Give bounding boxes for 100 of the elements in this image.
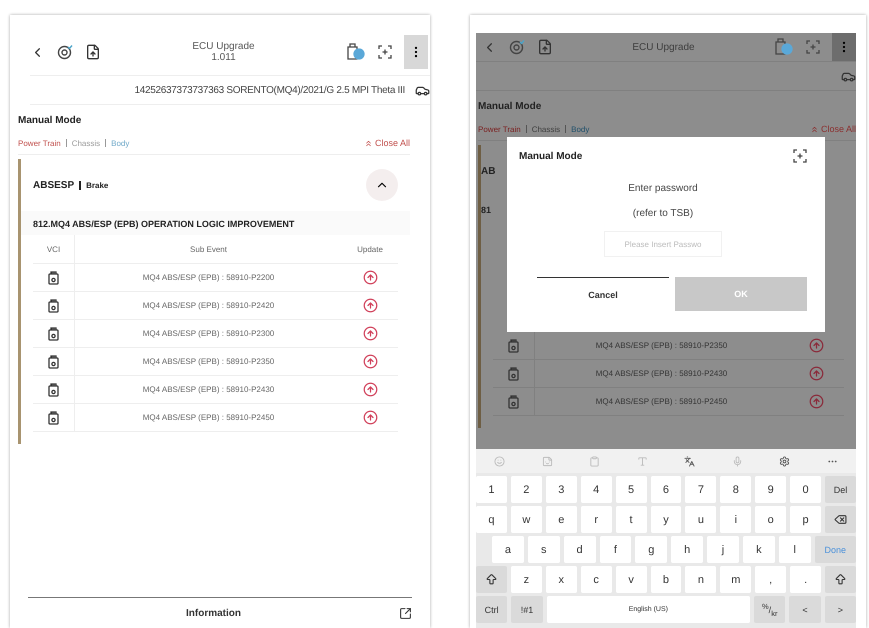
password-field[interactable]: Please Insert Passwo — [604, 231, 722, 257]
close-all-button[interactable]: Close All — [364, 138, 410, 148]
circle-check-icon[interactable] — [57, 44, 73, 60]
keyboard-key[interactable]: s — [528, 536, 560, 563]
keyboard-key[interactable]: n — [685, 566, 716, 593]
keyboard-key[interactable]: 6 — [650, 476, 682, 503]
category-link[interactable]: Power Train — [18, 138, 61, 148]
screen-title: ECU Upgrade — [191, 41, 256, 52]
table-cell: MQ4 ABS/ESP (EPB) : 58910-P2420 — [142, 301, 274, 310]
keyboard-key[interactable]: $^{%}$/$_{kr}$ — [754, 596, 786, 623]
update-icon[interactable] — [808, 394, 824, 409]
keyboard-key[interactable]: q — [476, 506, 507, 533]
update-icon[interactable] — [362, 270, 378, 285]
update-icon[interactable] — [362, 382, 378, 397]
keyboard-key[interactable]: Ctrl — [476, 596, 508, 623]
keyboard-key[interactable]: d — [564, 536, 596, 563]
keyboard-key[interactable]: z — [510, 566, 542, 593]
keyboard-key[interactable]: !#1 — [511, 596, 543, 623]
table-cell: MQ4 ABS/ESP (EPB) : 58910-P2430 — [596, 369, 728, 378]
keyboard-key[interactable]: < — [789, 596, 821, 623]
update-icon[interactable] — [362, 354, 378, 369]
clipboard-icon[interactable] — [589, 456, 600, 466]
shift-key[interactable] — [476, 566, 507, 593]
keyboard-key[interactable]: 5 — [616, 476, 647, 503]
keyboard-key[interactable]: 4 — [580, 476, 612, 503]
backspace-key[interactable] — [825, 506, 856, 533]
keyboard-key[interactable]: 9 — [755, 476, 786, 503]
keyboard-key[interactable]: g — [635, 536, 668, 563]
keyboard-key[interactable]: b — [650, 566, 682, 593]
keyboard-key[interactable]: w — [510, 506, 542, 533]
update-icon[interactable] — [808, 338, 824, 353]
table-cell: MQ4 ABS/ESP (EPB) : 58910-P2450 — [142, 413, 274, 422]
translate-icon[interactable] — [684, 456, 696, 466]
device-icon — [48, 298, 59, 312]
update-icon[interactable] — [362, 298, 378, 313]
table-cell: MQ4 ABS/ESP (EPB) : 58910-P2350 — [142, 357, 274, 366]
dialog-title: Manual Mode — [519, 150, 584, 162]
focus-icon[interactable] — [793, 149, 807, 163]
keyboard-key[interactable]: a — [492, 536, 524, 563]
table-cell: MQ4 ABS/ESP (EPB) : 58910-P2300 — [142, 329, 274, 338]
table-cell: MQ4 ABS/ESP (EPB) : 58910-P2350 — [596, 341, 728, 350]
keyboard-key[interactable]: k — [742, 536, 775, 563]
keyboard-key[interactable]: i — [720, 506, 752, 533]
keyboard-key[interactable]: y — [650, 506, 682, 533]
update-icon[interactable] — [808, 366, 824, 381]
dialog-message: (refer to TSB) — [632, 208, 694, 219]
keyboard-key[interactable]: x — [546, 566, 577, 593]
keyboard-key[interactable]: , — [755, 566, 786, 593]
keyboard-key[interactable]: 0 — [790, 476, 822, 503]
export-icon[interactable] — [399, 606, 412, 620]
keyboard-key[interactable]: c — [580, 566, 612, 593]
module-system: Brake — [86, 180, 108, 190]
section-title: Manual Mode — [18, 115, 82, 126]
keyboard-key[interactable]: p — [790, 506, 822, 533]
module-name: ABSESP — [33, 180, 74, 190]
keyboard-key[interactable]: r — [580, 506, 612, 533]
device-icon — [508, 366, 519, 380]
keyboard-key[interactable]: . — [790, 566, 822, 593]
device-icon — [508, 338, 519, 352]
focus-icon[interactable] — [378, 45, 392, 59]
device-icon — [48, 410, 59, 424]
keyboard-key[interactable]: j — [707, 536, 739, 563]
keyboard-key[interactable]: t — [616, 506, 647, 533]
keyboard-key[interactable]: v — [616, 566, 647, 593]
circle-check-icon[interactable] — [509, 39, 525, 55]
update-icon[interactable] — [362, 410, 378, 425]
event-title: 81 — [481, 204, 492, 217]
update-icon[interactable] — [362, 326, 378, 341]
device-icon — [48, 270, 59, 284]
double-chevron-up-icon — [810, 124, 819, 134]
keyboard-key[interactable]: 1 — [476, 476, 507, 503]
keyboard-key[interactable]: 2 — [510, 476, 542, 503]
shift-icon — [484, 573, 498, 586]
settings-icon[interactable] — [779, 456, 790, 466]
file-upload-icon[interactable] — [85, 44, 101, 60]
keyboard-key[interactable]: 7 — [685, 476, 716, 503]
keyboard-key[interactable]: f — [600, 536, 632, 563]
keyboard-key[interactable]: 8 — [720, 476, 752, 503]
device-icon — [48, 326, 59, 340]
keyboard-key[interactable]: h — [671, 536, 704, 563]
column-header: Sub Event — [190, 244, 227, 254]
keyboard-key[interactable]: o — [755, 506, 786, 533]
table-cell: MQ4 ABS/ESP (EPB) : 58910-P2430 — [142, 385, 274, 394]
keyboard-key[interactable]: m — [720, 566, 752, 593]
keyboard-key[interactable]: u — [685, 506, 716, 533]
keyboard-key[interactable]: Del — [825, 476, 856, 503]
keyboard-key[interactable]: l — [778, 536, 811, 563]
screen-title: ECU Upgrade — [631, 42, 696, 52]
device-icon — [48, 382, 59, 396]
device-icon — [48, 354, 59, 368]
double-chevron-up-icon — [364, 138, 373, 148]
version-label: 1.011 — [210, 52, 237, 63]
keyboard-key[interactable]: e — [546, 506, 577, 533]
section-title: Manual Mode — [478, 101, 542, 112]
device-icon — [508, 394, 519, 408]
vehicle-info: 14252637373737363 SORENTO(MQ4)/2021/G 2.5 MPI Theta III — [134, 84, 405, 96]
keyboard-key[interactable]: > — [824, 596, 856, 623]
footer-title: Information — [185, 608, 242, 618]
keyboard-key[interactable]: 3 — [546, 476, 577, 503]
shift-key[interactable] — [825, 566, 856, 593]
